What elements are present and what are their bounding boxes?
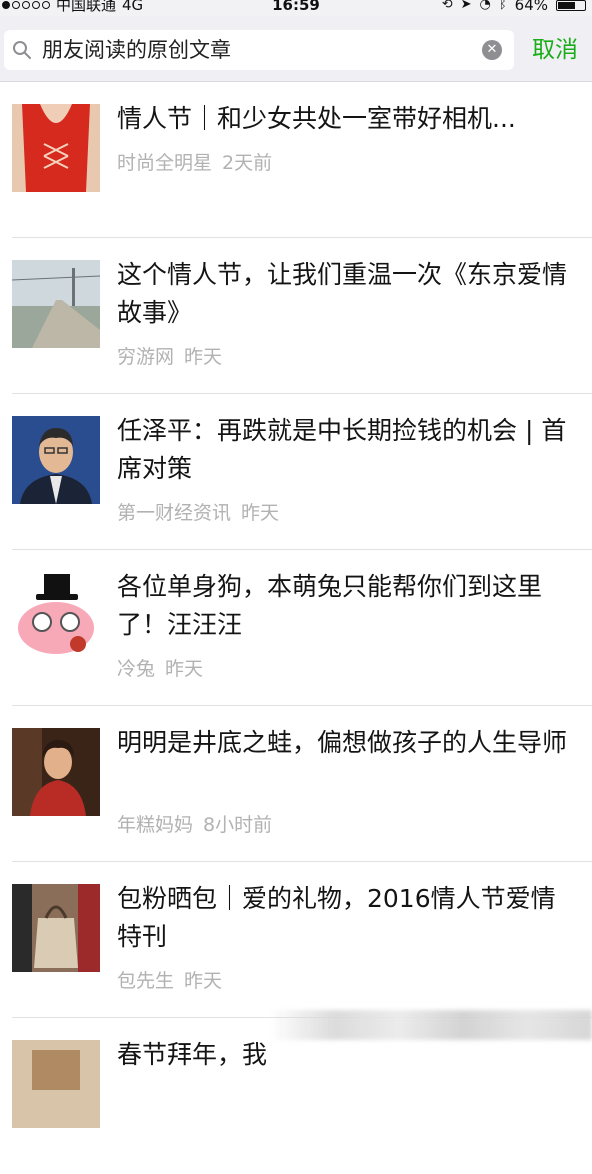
blurred-overlay [270, 1010, 592, 1040]
status-bar: 中国联通 4G 16:59 ⟲ ➤ ◔ ᛒ 64% [0, 0, 592, 16]
article-title: 各位单身狗，本萌兔只能帮你们到这里了！汪汪汪 [117, 572, 543, 639]
location-arrow-icon: ➤ [460, 0, 472, 12]
search-header: 朋友阅读的原创文章 ✕ 取消 [0, 16, 592, 82]
search-input[interactable]: 朋友阅读的原创文章 [42, 30, 231, 70]
article-source: 穷游网 [117, 346, 175, 368]
battery-fill [558, 1, 575, 9]
article-time: 2天前 [222, 152, 273, 174]
article-meta: 第一财经资讯 昨天 [117, 498, 279, 525]
article-title: 情人节｜和少女共处一室带好相机... [117, 104, 516, 133]
battery-percent: 64% [514, 0, 548, 14]
list-item[interactable]: 任泽平：再跌就是中长期捡钱的机会 | 首席对策 第一财经资讯 昨天 [0, 394, 592, 550]
article-meta: 年糕妈妈 8小时前 [117, 810, 272, 837]
article-thumbnail [12, 572, 100, 660]
battery-icon [556, 0, 586, 11]
list-item[interactable]: 春节拜年，我 [0, 1018, 592, 1174]
bluetooth-icon: ᛒ [498, 0, 507, 12]
article-title: 任泽平：再跌就是中长期捡钱的机会 | 首席对策 [117, 416, 567, 483]
list-item[interactable]: 各位单身狗，本萌兔只能帮你们到这里了！汪汪汪 冷兔 昨天 [0, 550, 592, 706]
article-time: 昨天 [165, 658, 204, 680]
article-thumbnail [12, 884, 100, 972]
article-thumbnail [12, 104, 100, 192]
article-time: 昨天 [241, 502, 280, 524]
article-thumbnail [12, 728, 100, 816]
article-thumbnail [12, 416, 100, 504]
status-right: ⟲ ➤ ◔ ᛒ 64% [441, 0, 586, 14]
article-meta: 冷兔 昨天 [117, 654, 203, 681]
rotation-lock-icon: ⟲ [441, 0, 453, 12]
article-time: 昨天 [184, 970, 223, 992]
article-meta: 包先生 昨天 [117, 966, 222, 993]
search-box[interactable]: 朋友阅读的原创文章 ✕ [4, 30, 514, 70]
article-title: 明明是井底之蛙，偏想做孩子的人生导师 [117, 728, 567, 757]
article-source: 包先生 [117, 970, 175, 992]
clear-search-icon[interactable]: ✕ [482, 40, 502, 60]
alarm-icon: ◔ [479, 0, 491, 12]
article-time: 8小时前 [203, 814, 273, 836]
article-title: 这个情人节，让我们重温一次《东京爱情故事》 [117, 260, 567, 327]
list-item[interactable]: 包粉晒包｜爱的礼物，2016情人节爱情特刊 包先生 昨天 [0, 862, 592, 1018]
list-item[interactable]: 这个情人节，让我们重温一次《东京爱情故事》 穷游网 昨天 [0, 238, 592, 394]
article-source: 第一财经资讯 [117, 502, 232, 524]
article-meta: 穷游网 昨天 [117, 342, 222, 369]
article-source: 年糕妈妈 [117, 814, 194, 836]
article-source: 时尚全明星 [117, 152, 213, 174]
article-title: 包粉晒包｜爱的礼物，2016情人节爱情特刊 [117, 884, 556, 951]
article-time: 昨天 [184, 346, 223, 368]
article-thumbnail [12, 1040, 100, 1128]
list-item[interactable]: 情人节｜和少女共处一室带好相机... 时尚全明星 2天前 [0, 82, 592, 238]
article-meta: 时尚全明星 2天前 [117, 148, 272, 175]
cancel-button[interactable]: 取消 [532, 32, 578, 68]
search-icon [13, 41, 31, 59]
list-item[interactable]: 明明是井底之蛙，偏想做孩子的人生导师 年糕妈妈 8小时前 [0, 706, 592, 862]
article-thumbnail [12, 260, 100, 348]
article-source: 冷兔 [117, 658, 156, 680]
article-title: 春节拜年，我 [117, 1040, 268, 1069]
